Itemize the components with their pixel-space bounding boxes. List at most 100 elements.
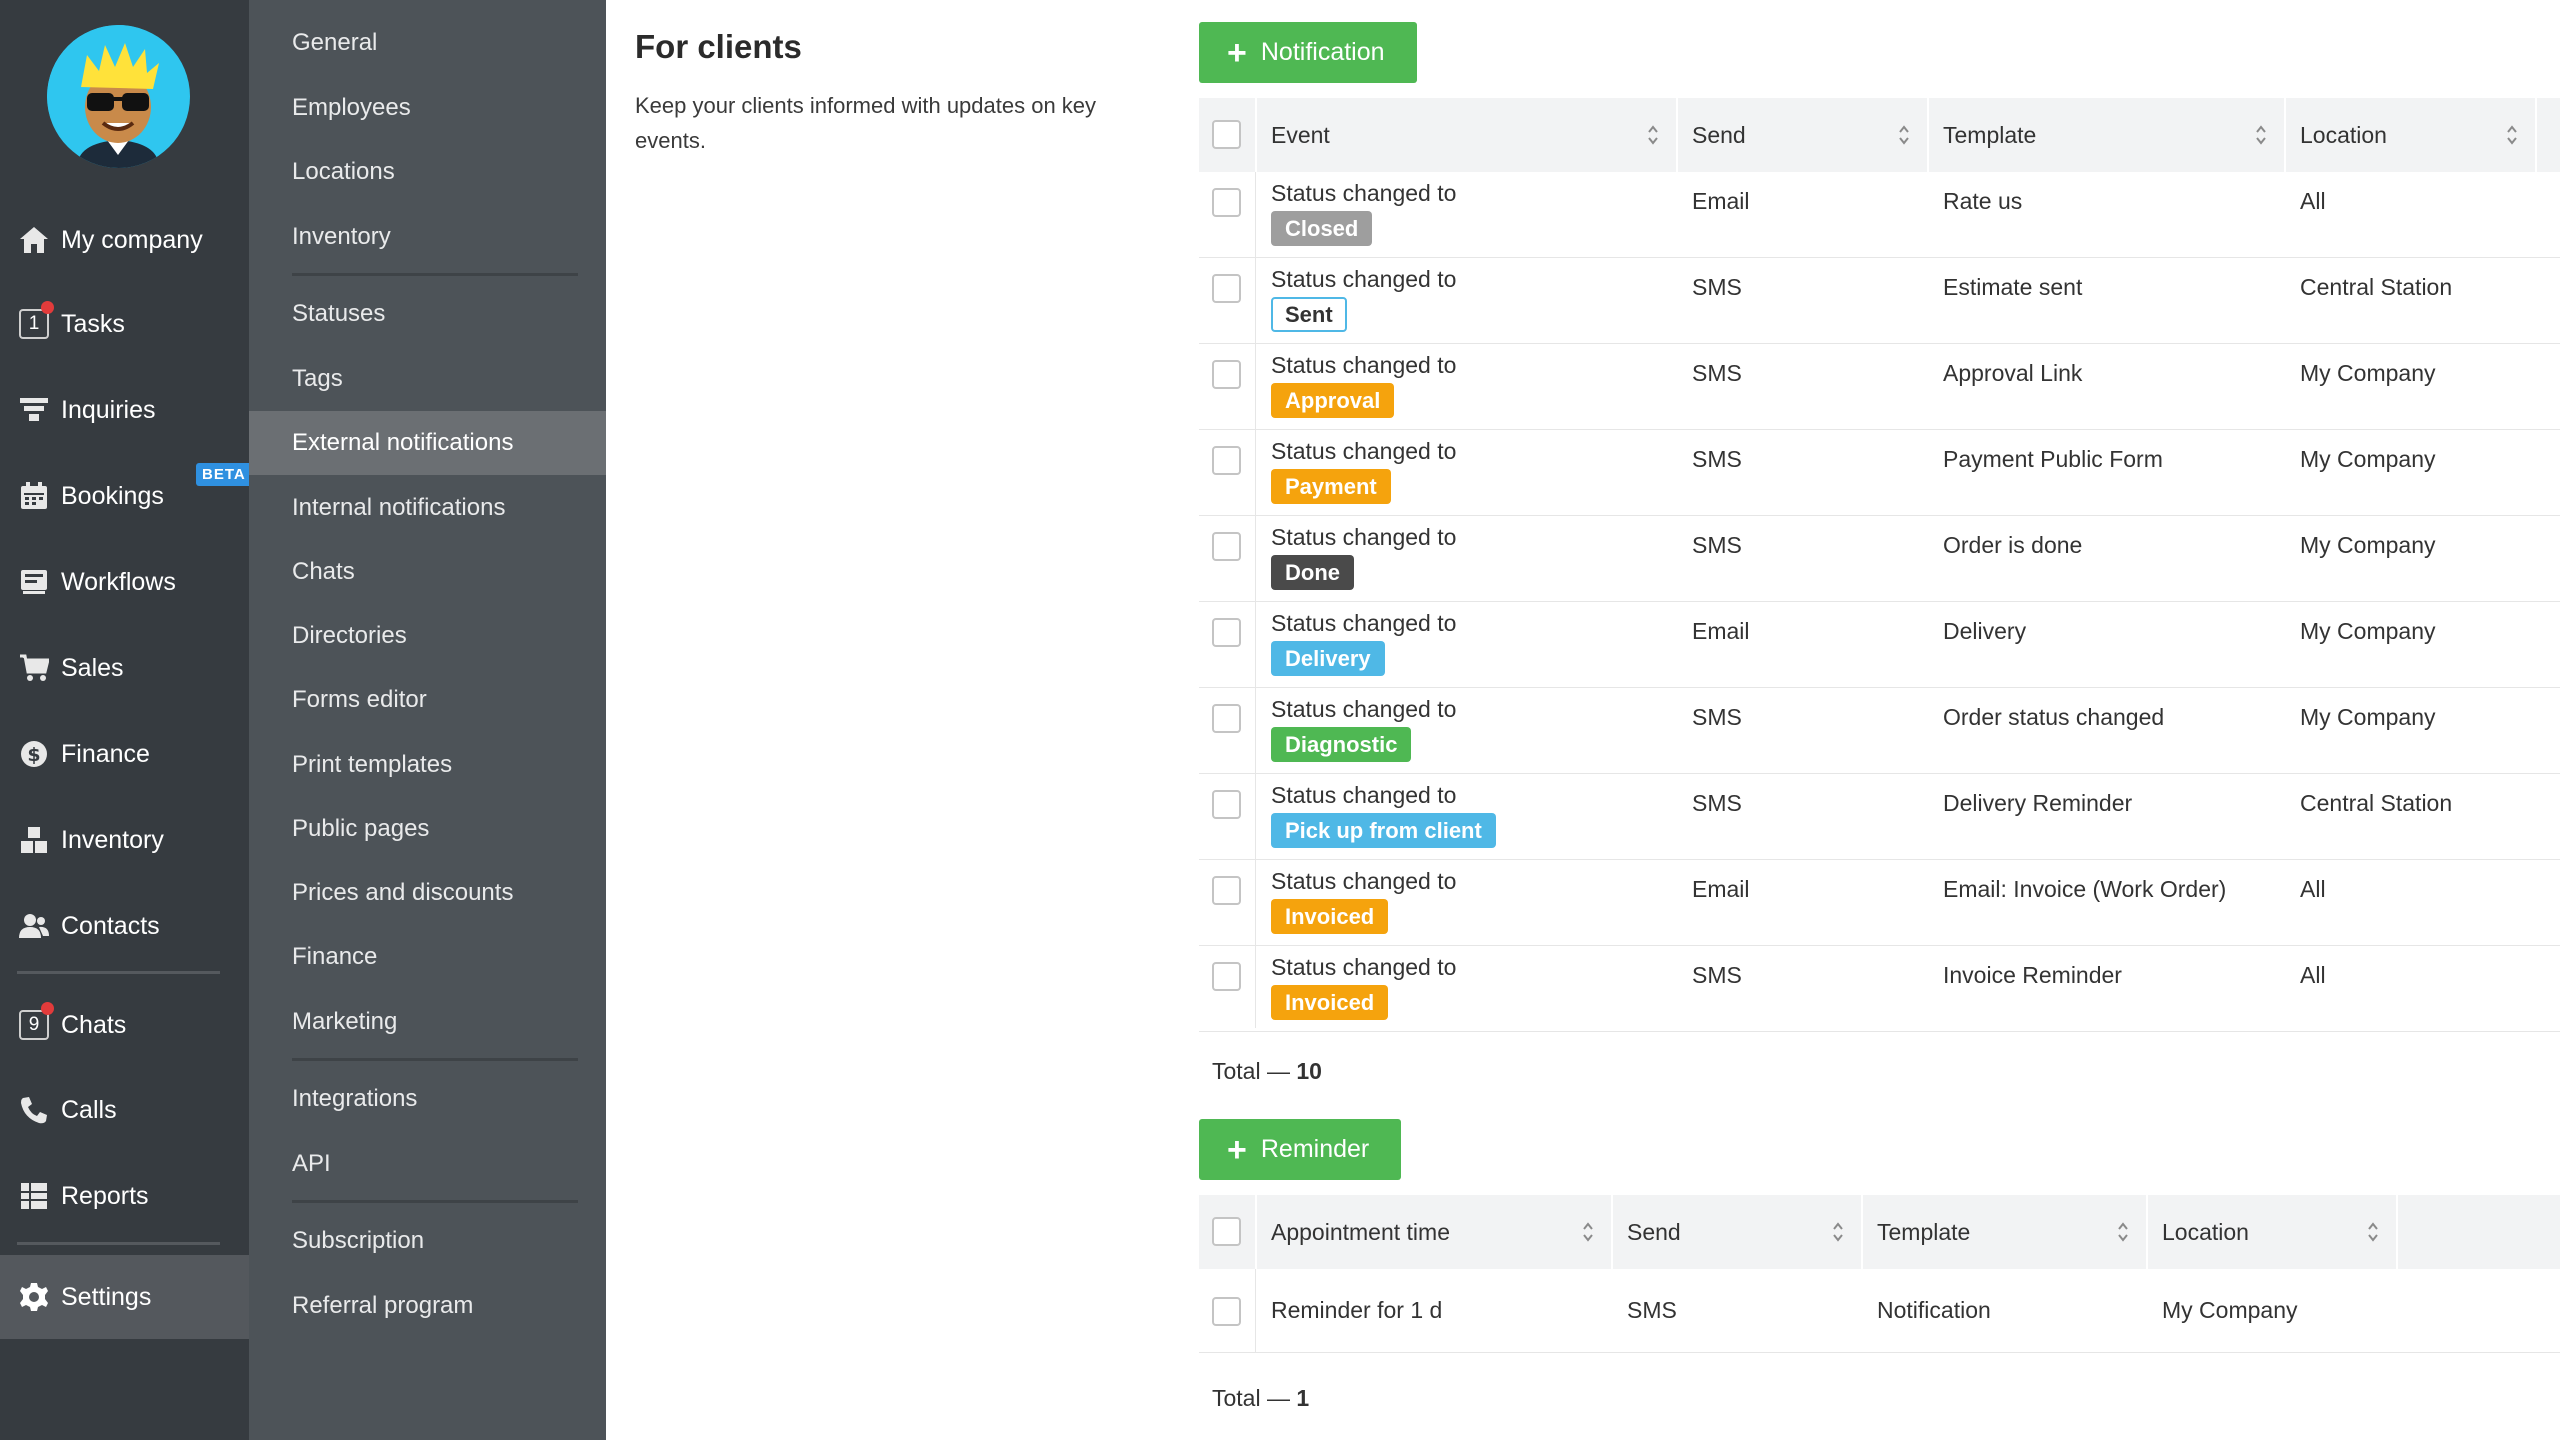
subnav-item-statuses[interactable]: Statuses — [249, 282, 606, 346]
status-badge: Invoiced — [1271, 985, 1389, 1020]
subnav-item-employees[interactable]: Employees — [249, 76, 606, 140]
column-header-appointment-time[interactable]: Appointment time — [1257, 1195, 1613, 1269]
event-template: Order is done — [1943, 532, 2083, 558]
table-row[interactable]: Status changed to Sent SMS Estimate sent Cen… — [1199, 258, 2560, 344]
event-cell: Status changed to Closed — [1271, 180, 1456, 246]
total-label: Total — — [1212, 1058, 1290, 1084]
nav-item-inventory[interactable]: Inventory — [0, 807, 249, 873]
event-location: My Company — [2300, 446, 2436, 472]
nav-item-finance[interactable]: $ Finance — [0, 721, 249, 787]
event-prefix: Status changed to — [1271, 696, 1457, 722]
table-row[interactable]: Status changed to Delivery Email Delivery My… — [1199, 602, 2560, 688]
nav-item-sales[interactable]: Sales — [0, 635, 249, 701]
nav-item-label: Chats — [61, 1010, 127, 1039]
nav-item-inquiries[interactable]: Inquiries — [0, 377, 249, 443]
column-header-location[interactable]: Location — [2286, 98, 2537, 172]
event-send: Email — [1692, 618, 1750, 644]
add-reminder-button[interactable]: + Reminder — [1199, 1119, 1402, 1180]
nav-item-chats[interactable]: 9 Chats — [0, 992, 249, 1058]
row-checkbox[interactable] — [1212, 274, 1241, 303]
subnav-item-locations[interactable]: Locations — [249, 140, 606, 204]
subnav-item-public-pages[interactable]: Public pages — [249, 797, 606, 861]
workflow-icon — [17, 565, 51, 599]
event-send: SMS — [1692, 704, 1742, 730]
subnav-item-tags[interactable]: Tags — [249, 347, 606, 411]
table-row[interactable]: Reminder for 1 d SMS Notification My Com… — [1199, 1269, 2560, 1353]
event-location: My Company — [2300, 360, 2436, 386]
nav-item-label: Tasks — [61, 309, 125, 338]
row-checkbox[interactable] — [1212, 618, 1241, 647]
event-cell: Status changed to Invoiced — [1271, 954, 1456, 1020]
subnav-item-prices-and-discounts[interactable]: Prices and discounts — [249, 861, 606, 925]
nav-item-reports[interactable]: Reports — [0, 1163, 249, 1229]
table-row[interactable]: Status changed to Pick up from client SMS D… — [1199, 774, 2560, 860]
column-header-send[interactable]: Send — [1613, 1195, 1863, 1269]
nav-item-calls[interactable]: Calls — [0, 1077, 249, 1143]
row-checkbox[interactable] — [1212, 1297, 1241, 1326]
table-row[interactable]: Status changed to Invoiced SMS Invoice Remi… — [1199, 946, 2560, 1032]
row-checkbox[interactable] — [1212, 704, 1241, 733]
reports-icon — [17, 1179, 51, 1213]
event-cell: Status changed to Invoiced — [1271, 868, 1456, 934]
nav-item-settings[interactable]: Settings — [0, 1255, 249, 1339]
nav-item-label: Sales — [61, 653, 124, 682]
column-header-send[interactable]: Send — [1678, 98, 1929, 172]
table-row[interactable]: Status changed to Payment SMS Payment Publi… — [1199, 430, 2560, 516]
avatar[interactable] — [47, 25, 190, 168]
nav-item-my-company[interactable]: My company — [0, 207, 249, 273]
row-checkbox[interactable] — [1212, 962, 1241, 991]
event-prefix: Status changed to — [1271, 954, 1457, 980]
nav-item-tasks[interactable]: 1 Tasks — [0, 291, 249, 357]
total-value: 10 — [1296, 1058, 1322, 1084]
column-header-template[interactable]: Template — [1929, 98, 2286, 172]
status-badge: Closed — [1271, 211, 1373, 246]
row-checkbox[interactable] — [1212, 360, 1241, 389]
subnav-item-print-templates[interactable]: Print templates — [249, 733, 606, 797]
event-location: My Company — [2300, 532, 2436, 558]
nav-divider — [17, 971, 220, 974]
table-header: Appointment time Send Template Location — [1199, 1195, 2560, 1269]
row-checkbox[interactable] — [1212, 188, 1241, 217]
nav-item-workflows[interactable]: Workflows — [0, 549, 249, 615]
table-row[interactable]: Status changed to Approval SMS Approval Lin… — [1199, 344, 2560, 430]
row-checkbox[interactable] — [1212, 532, 1241, 561]
boxes-icon — [17, 823, 51, 857]
column-header-location[interactable]: Location — [2148, 1195, 2398, 1269]
subnav-item-marketing[interactable]: Marketing — [249, 990, 606, 1054]
subnav-item-inventory[interactable]: Inventory — [249, 205, 606, 269]
subnav-item-forms-editor[interactable]: Forms editor — [249, 668, 606, 732]
reminder-time: Reminder for 1 d — [1271, 1297, 1443, 1323]
sort-icon — [2368, 1222, 2378, 1242]
subnav-item-api[interactable]: API — [249, 1132, 606, 1196]
event-cell: Status changed to Sent — [1271, 266, 1456, 332]
sort-icon — [1899, 125, 1909, 145]
table-row[interactable]: Status changed to Diagnostic SMS Order stat… — [1199, 688, 2560, 774]
sort-icon — [2507, 125, 2517, 145]
event-cell: Status changed to Approval — [1271, 352, 1456, 418]
subnav-item-internal-notifications[interactable]: Internal notifications — [249, 476, 606, 540]
select-all-checkbox[interactable] — [1212, 120, 1241, 149]
event-prefix: Status changed to — [1271, 782, 1457, 808]
row-checkbox[interactable] — [1212, 790, 1241, 819]
nav-divider — [17, 1242, 220, 1245]
page-title: For clients — [635, 28, 802, 65]
calendar-icon — [17, 479, 51, 513]
subnav-item-chats[interactable]: Chats — [249, 540, 606, 604]
subnav-item-integrations[interactable]: Integrations — [249, 1067, 606, 1131]
table-row[interactable]: Status changed to Done SMS Order is done My … — [1199, 516, 2560, 602]
row-checkbox[interactable] — [1212, 446, 1241, 475]
add-notification-button[interactable]: + Notification — [1199, 22, 1417, 83]
row-checkbox[interactable] — [1212, 876, 1241, 905]
subnav-item-finance[interactable]: Finance — [249, 925, 606, 989]
subnav-item-subscription[interactable]: Subscription — [249, 1209, 606, 1273]
subnav-item-directories[interactable]: Directories — [249, 604, 606, 668]
table-row[interactable]: Status changed to Invoiced Email Email: Inv… — [1199, 860, 2560, 946]
table-row[interactable]: Status changed to Closed Email Rate us All — [1199, 172, 2560, 258]
column-header-event[interactable]: Event — [1257, 98, 1678, 172]
subnav-item-referral-program[interactable]: Referral program — [249, 1274, 606, 1338]
nav-item-contacts[interactable]: Contacts — [0, 893, 249, 959]
subnav-item-external-notifications[interactable]: External notifications — [249, 411, 606, 475]
column-header-template[interactable]: Template — [1863, 1195, 2148, 1269]
select-all-checkbox[interactable] — [1212, 1217, 1241, 1246]
subnav-item-general[interactable]: General — [249, 11, 606, 75]
